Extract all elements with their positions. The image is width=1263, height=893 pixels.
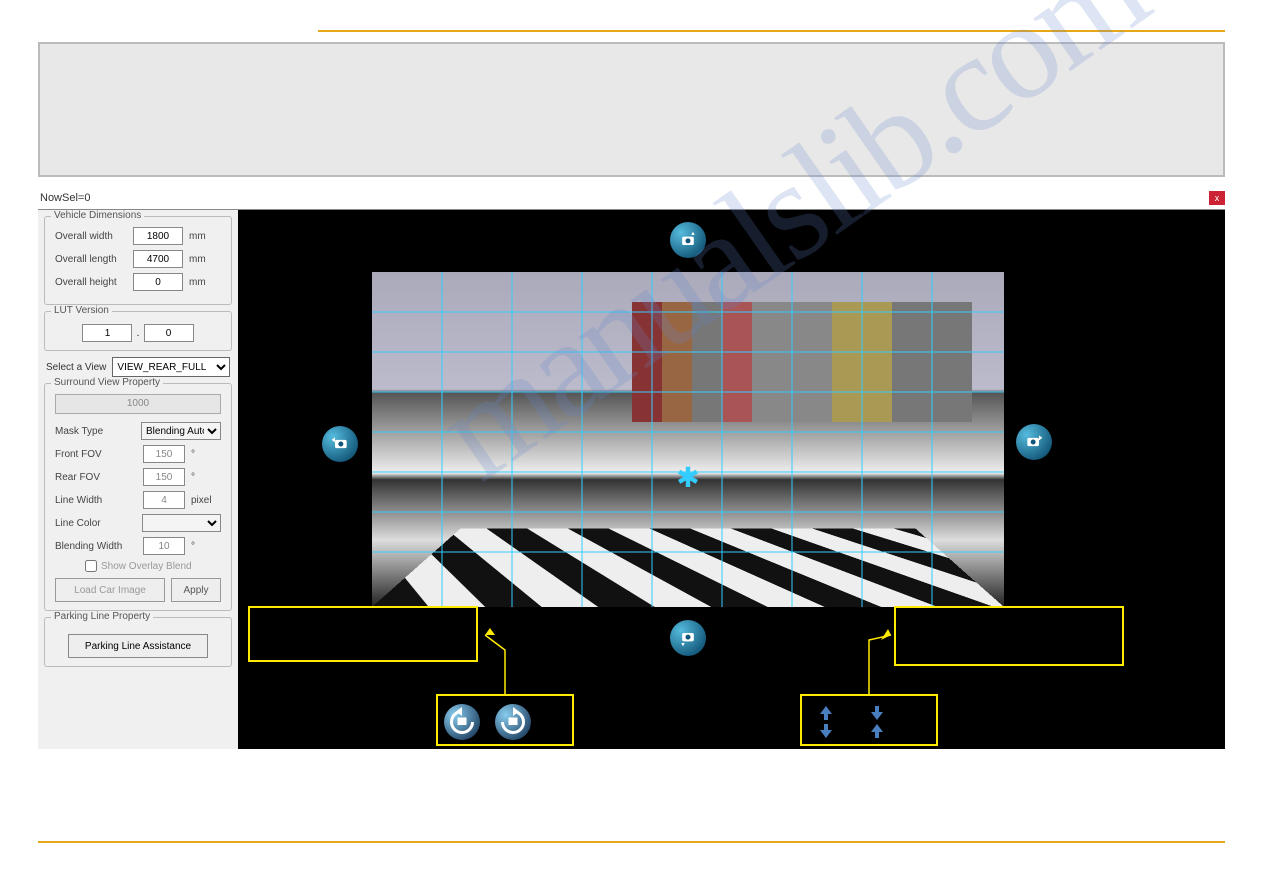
callout-box-left [248,606,478,662]
zoom-out-icon[interactable] [812,706,840,741]
vehicle-dimensions-group: Vehicle Dimensions Overall width mm Over… [44,216,232,305]
apply-button[interactable]: Apply [171,578,221,602]
settings-panel: Vehicle Dimensions Overall width mm Over… [38,210,238,749]
status-text: NowSel=0 [38,192,90,204]
camera-right-icon[interactable] [1016,424,1052,460]
camera-down-icon[interactable] [670,620,706,656]
camera-up-icon[interactable] [670,222,706,258]
overall-length-input[interactable] [133,250,183,268]
camera-viewport: ✱ [238,210,1225,749]
line-width-input[interactable] [143,491,185,509]
close-button[interactable]: x [1209,191,1225,205]
overall-width-input[interactable] [133,227,183,245]
surround-view-group: Surround View Property 1000 Mask Type Bl… [44,383,232,611]
callout-box-right [894,606,1124,666]
load-car-image-button[interactable]: Load Car Image [55,578,165,602]
parking-line-assistance-button[interactable]: Parking Line Assistance [68,634,208,658]
rotation-controls-box [436,694,574,746]
camera-left-icon[interactable] [322,426,358,462]
camera-feed [372,272,1004,607]
show-overlay-blend-checkbox[interactable] [85,560,97,572]
select-view-dropdown[interactable]: VIEW_REAR_FULL [112,357,230,377]
blending-width-input[interactable] [143,537,185,555]
rotate-ccw-icon[interactable] [444,704,480,740]
zoom-in-icon[interactable] [863,706,891,741]
svp-slider-value[interactable]: 1000 [55,394,221,414]
rear-fov-input[interactable] [143,468,185,486]
lut-minor-input[interactable] [144,324,194,342]
mask-type-select[interactable]: Blending Auto [141,422,221,440]
lut-major-input[interactable] [82,324,132,342]
rotate-cw-icon[interactable] [495,704,531,740]
front-fov-input[interactable] [143,445,185,463]
info-box [38,42,1225,177]
parking-line-group: Parking Line Property Parking Line Assis… [44,617,232,667]
overall-height-input[interactable] [133,273,183,291]
lut-version-group: LUT Version . [44,311,232,351]
line-color-select[interactable] [142,514,221,532]
zoom-controls-box [800,694,938,746]
